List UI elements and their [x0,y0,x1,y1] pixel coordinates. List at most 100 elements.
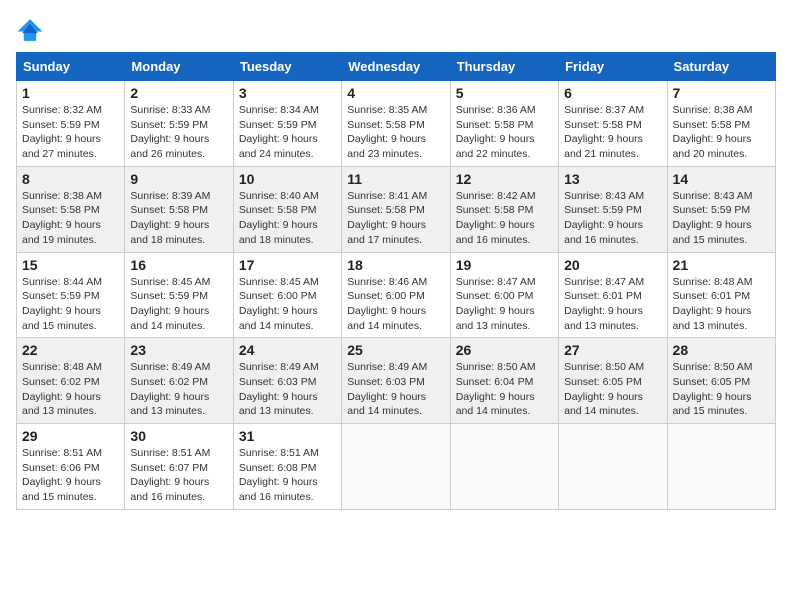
calendar-cell: 1 Sunrise: 8:32 AMSunset: 5:59 PMDayligh… [17,81,125,167]
logo-icon [16,16,44,44]
calendar-cell: 27 Sunrise: 8:50 AMSunset: 6:05 PMDaylig… [559,338,667,424]
calendar-cell: 21 Sunrise: 8:48 AMSunset: 6:01 PMDaylig… [667,252,775,338]
calendar-week-3: 15 Sunrise: 8:44 AMSunset: 5:59 PMDaylig… [17,252,776,338]
day-info: Sunrise: 8:51 AMSunset: 6:06 PMDaylight:… [22,447,102,503]
calendar-week-4: 22 Sunrise: 8:48 AMSunset: 6:02 PMDaylig… [17,338,776,424]
day-info: Sunrise: 8:46 AMSunset: 6:00 PMDaylight:… [347,276,427,332]
calendar-cell: 24 Sunrise: 8:49 AMSunset: 6:03 PMDaylig… [233,338,341,424]
day-number: 24 [239,342,336,358]
day-number: 30 [130,428,227,444]
calendar-cell [667,424,775,510]
day-number: 10 [239,171,336,187]
day-info: Sunrise: 8:36 AMSunset: 5:58 PMDaylight:… [456,104,536,160]
day-info: Sunrise: 8:45 AMSunset: 6:00 PMDaylight:… [239,276,319,332]
day-info: Sunrise: 8:35 AMSunset: 5:58 PMDaylight:… [347,104,427,160]
calendar-cell: 17 Sunrise: 8:45 AMSunset: 6:00 PMDaylig… [233,252,341,338]
day-info: Sunrise: 8:47 AMSunset: 6:01 PMDaylight:… [564,276,644,332]
day-info: Sunrise: 8:48 AMSunset: 6:02 PMDaylight:… [22,361,102,417]
day-number: 4 [347,85,444,101]
calendar-cell: 6 Sunrise: 8:37 AMSunset: 5:58 PMDayligh… [559,81,667,167]
day-info: Sunrise: 8:51 AMSunset: 6:08 PMDaylight:… [239,447,319,503]
day-info: Sunrise: 8:50 AMSunset: 6:05 PMDaylight:… [673,361,753,417]
day-info: Sunrise: 8:49 AMSunset: 6:03 PMDaylight:… [239,361,319,417]
day-header-thursday: Thursday [450,53,558,81]
day-number: 6 [564,85,661,101]
day-info: Sunrise: 8:43 AMSunset: 5:59 PMDaylight:… [673,190,753,246]
day-number: 12 [456,171,553,187]
day-info: Sunrise: 8:33 AMSunset: 5:59 PMDaylight:… [130,104,210,160]
day-info: Sunrise: 8:39 AMSunset: 5:58 PMDaylight:… [130,190,210,246]
day-header-monday: Monday [125,53,233,81]
calendar-cell: 15 Sunrise: 8:44 AMSunset: 5:59 PMDaylig… [17,252,125,338]
day-info: Sunrise: 8:50 AMSunset: 6:04 PMDaylight:… [456,361,536,417]
day-info: Sunrise: 8:43 AMSunset: 5:59 PMDaylight:… [564,190,644,246]
day-header-saturday: Saturday [667,53,775,81]
day-number: 19 [456,257,553,273]
day-info: Sunrise: 8:38 AMSunset: 5:58 PMDaylight:… [22,190,102,246]
calendar-cell: 3 Sunrise: 8:34 AMSunset: 5:59 PMDayligh… [233,81,341,167]
day-header-friday: Friday [559,53,667,81]
day-info: Sunrise: 8:38 AMSunset: 5:58 PMDaylight:… [673,104,753,160]
calendar-cell: 22 Sunrise: 8:48 AMSunset: 6:02 PMDaylig… [17,338,125,424]
day-info: Sunrise: 8:49 AMSunset: 6:03 PMDaylight:… [347,361,427,417]
calendar-cell: 20 Sunrise: 8:47 AMSunset: 6:01 PMDaylig… [559,252,667,338]
day-info: Sunrise: 8:44 AMSunset: 5:59 PMDaylight:… [22,276,102,332]
calendar-cell: 12 Sunrise: 8:42 AMSunset: 5:58 PMDaylig… [450,166,558,252]
day-info: Sunrise: 8:48 AMSunset: 6:01 PMDaylight:… [673,276,753,332]
day-number: 23 [130,342,227,358]
calendar-cell: 4 Sunrise: 8:35 AMSunset: 5:58 PMDayligh… [342,81,450,167]
day-number: 17 [239,257,336,273]
calendar-cell: 7 Sunrise: 8:38 AMSunset: 5:58 PMDayligh… [667,81,775,167]
day-info: Sunrise: 8:42 AMSunset: 5:58 PMDaylight:… [456,190,536,246]
day-info: Sunrise: 8:47 AMSunset: 6:00 PMDaylight:… [456,276,536,332]
calendar-week-2: 8 Sunrise: 8:38 AMSunset: 5:58 PMDayligh… [17,166,776,252]
day-header-tuesday: Tuesday [233,53,341,81]
calendar-cell [559,424,667,510]
calendar-cell: 2 Sunrise: 8:33 AMSunset: 5:59 PMDayligh… [125,81,233,167]
day-info: Sunrise: 8:49 AMSunset: 6:02 PMDaylight:… [130,361,210,417]
calendar-cell: 28 Sunrise: 8:50 AMSunset: 6:05 PMDaylig… [667,338,775,424]
day-number: 18 [347,257,444,273]
day-number: 22 [22,342,119,358]
day-number: 25 [347,342,444,358]
calendar-cell: 16 Sunrise: 8:45 AMSunset: 5:59 PMDaylig… [125,252,233,338]
day-number: 26 [456,342,553,358]
day-number: 5 [456,85,553,101]
day-number: 20 [564,257,661,273]
day-number: 14 [673,171,770,187]
day-number: 3 [239,85,336,101]
calendar-cell: 5 Sunrise: 8:36 AMSunset: 5:58 PMDayligh… [450,81,558,167]
day-number: 9 [130,171,227,187]
day-header-sunday: Sunday [17,53,125,81]
day-number: 21 [673,257,770,273]
calendar-cell: 18 Sunrise: 8:46 AMSunset: 6:00 PMDaylig… [342,252,450,338]
page-header [16,16,776,44]
calendar-cell: 13 Sunrise: 8:43 AMSunset: 5:59 PMDaylig… [559,166,667,252]
calendar-header-row: SundayMondayTuesdayWednesdayThursdayFrid… [17,53,776,81]
calendar-table: SundayMondayTuesdayWednesdayThursdayFrid… [16,52,776,510]
day-info: Sunrise: 8:41 AMSunset: 5:58 PMDaylight:… [347,190,427,246]
calendar-week-5: 29 Sunrise: 8:51 AMSunset: 6:06 PMDaylig… [17,424,776,510]
calendar-cell: 30 Sunrise: 8:51 AMSunset: 6:07 PMDaylig… [125,424,233,510]
day-info: Sunrise: 8:37 AMSunset: 5:58 PMDaylight:… [564,104,644,160]
day-number: 11 [347,171,444,187]
day-info: Sunrise: 8:34 AMSunset: 5:59 PMDaylight:… [239,104,319,160]
day-info: Sunrise: 8:50 AMSunset: 6:05 PMDaylight:… [564,361,644,417]
day-number: 13 [564,171,661,187]
day-header-wednesday: Wednesday [342,53,450,81]
calendar-cell [450,424,558,510]
day-number: 15 [22,257,119,273]
calendar-cell: 31 Sunrise: 8:51 AMSunset: 6:08 PMDaylig… [233,424,341,510]
day-number: 2 [130,85,227,101]
day-info: Sunrise: 8:32 AMSunset: 5:59 PMDaylight:… [22,104,102,160]
day-number: 31 [239,428,336,444]
calendar-cell: 26 Sunrise: 8:50 AMSunset: 6:04 PMDaylig… [450,338,558,424]
calendar-cell [342,424,450,510]
day-number: 1 [22,85,119,101]
day-number: 16 [130,257,227,273]
calendar-cell: 25 Sunrise: 8:49 AMSunset: 6:03 PMDaylig… [342,338,450,424]
day-info: Sunrise: 8:45 AMSunset: 5:59 PMDaylight:… [130,276,210,332]
calendar-cell: 10 Sunrise: 8:40 AMSunset: 5:58 PMDaylig… [233,166,341,252]
day-number: 7 [673,85,770,101]
day-number: 29 [22,428,119,444]
